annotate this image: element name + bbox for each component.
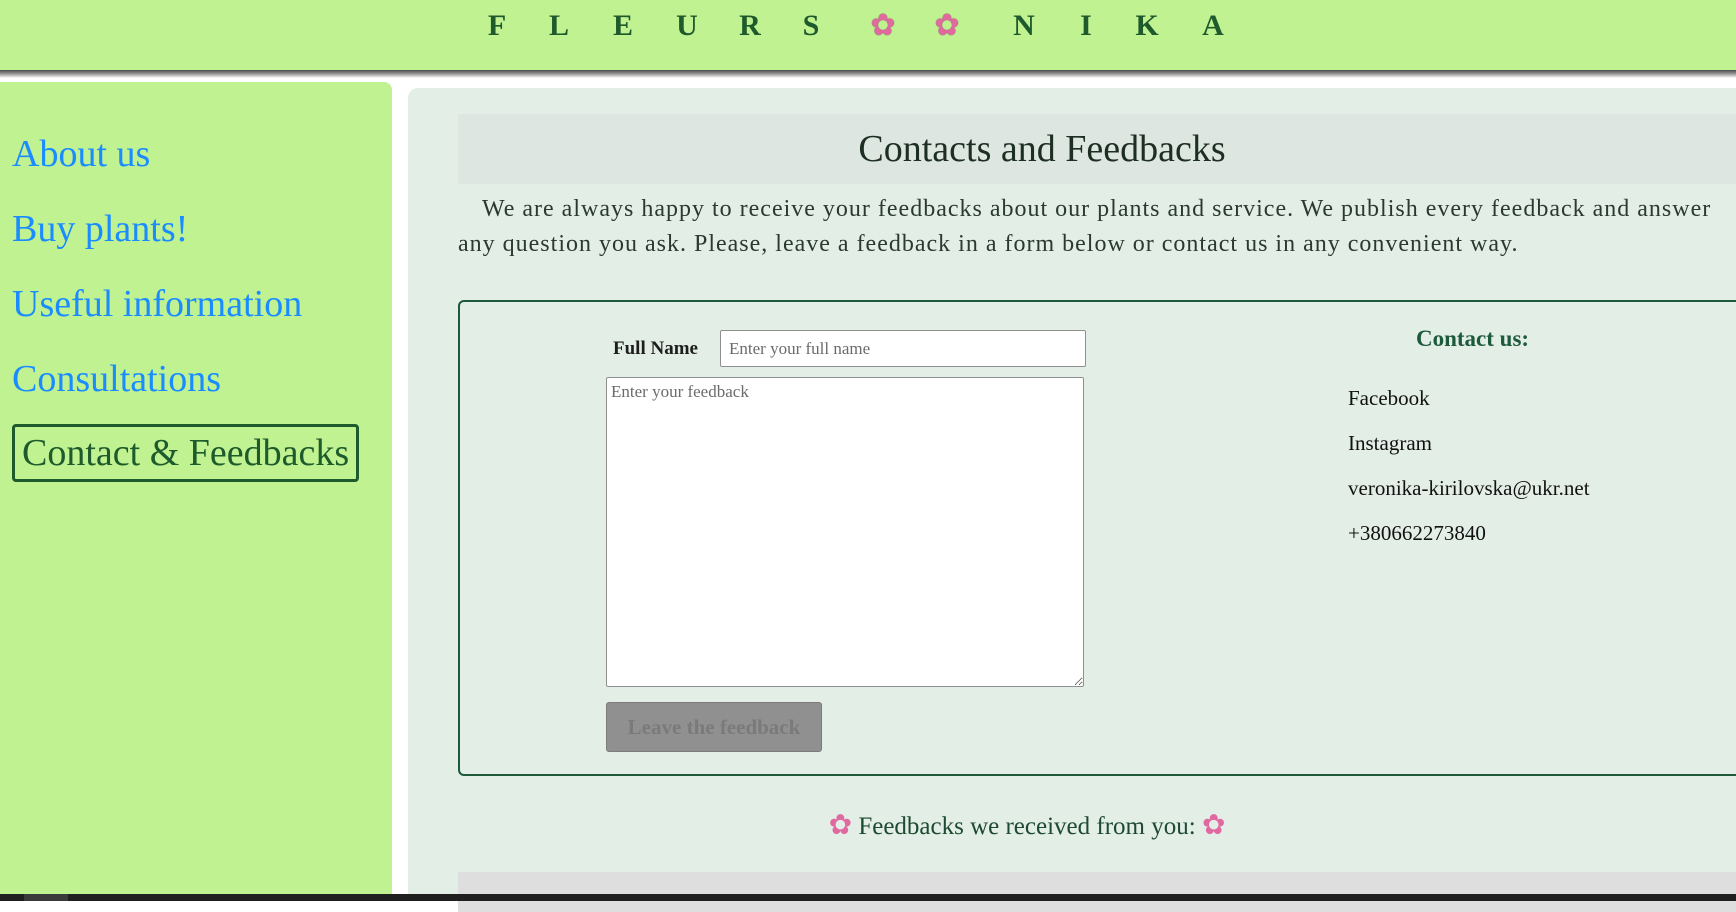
intro-text: We are always happy to receive your feed… (458, 196, 1712, 257)
sidebar-nav: About us Buy plants! Useful information … (0, 82, 392, 901)
logo-letter: U (662, 6, 712, 46)
fullname-label: Full Name (613, 338, 698, 359)
flower-icon: ✿ (934, 9, 960, 42)
nav-item-about-us[interactable]: About us (12, 130, 150, 178)
logo-letter: K (1135, 9, 1159, 42)
fullname-input[interactable] (720, 330, 1086, 367)
header-divider (0, 70, 1736, 78)
page-title: Contacts and Feedbacks (858, 128, 1226, 170)
nav-item-contact-feedbacks[interactable]: Contact & Feedbacks (12, 424, 360, 482)
flower-icon: ✿ (828, 810, 853, 841)
main-content: Contacts and Feedbacks We are always hap… (408, 88, 1736, 912)
flower-icon: ✿ (870, 9, 896, 42)
logo-letter: F (487, 9, 507, 42)
contact-phone-link[interactable]: +380662273840 (1348, 521, 1486, 546)
nav-item-useful-information[interactable]: Useful information (12, 280, 302, 328)
contact-instagram-link[interactable]: Instagram (1348, 431, 1432, 456)
feedbacks-received-title: Feedbacks we received from you: (858, 813, 1196, 840)
nav-item-consultations[interactable]: Consultations (12, 355, 221, 403)
logo-letter: N (1013, 9, 1035, 42)
logo-letter: A (1202, 9, 1224, 42)
taskbar-item[interactable] (24, 894, 68, 901)
flower-icon: ✿ (1201, 810, 1226, 841)
site-logo[interactable]: F L E U R S ✿ ✿ N I K A (0, 6, 1736, 46)
feedback-form: Full Name Leave the feedback Contact us:… (458, 300, 1736, 776)
feedback-textarea[interactable] (606, 377, 1084, 687)
page-title-bar: Contacts and Feedbacks (458, 114, 1736, 184)
logo-letter: S (786, 6, 836, 46)
site-header: F L E U R S ✿ ✿ N I K A (0, 0, 1736, 70)
feedback-list-container (458, 872, 1736, 912)
logo-letter: E (598, 6, 648, 46)
feedbacks-received-heading: ✿ Feedbacks we received from you: ✿ (408, 808, 1736, 842)
nav-item-buy-plants[interactable]: Buy plants! (12, 205, 188, 253)
leave-feedback-button[interactable]: Leave the feedback (606, 702, 822, 752)
logo-letter: L (548, 9, 569, 42)
contact-email-link[interactable]: veronika-kirilovska@ukr.net (1348, 476, 1590, 501)
taskbar (0, 894, 1736, 901)
contact-title: Contact us: (1416, 326, 1530, 351)
logo-letter: I (1080, 9, 1092, 42)
contact-facebook-link[interactable]: Facebook (1348, 386, 1430, 411)
logo-letter: R (725, 6, 775, 46)
